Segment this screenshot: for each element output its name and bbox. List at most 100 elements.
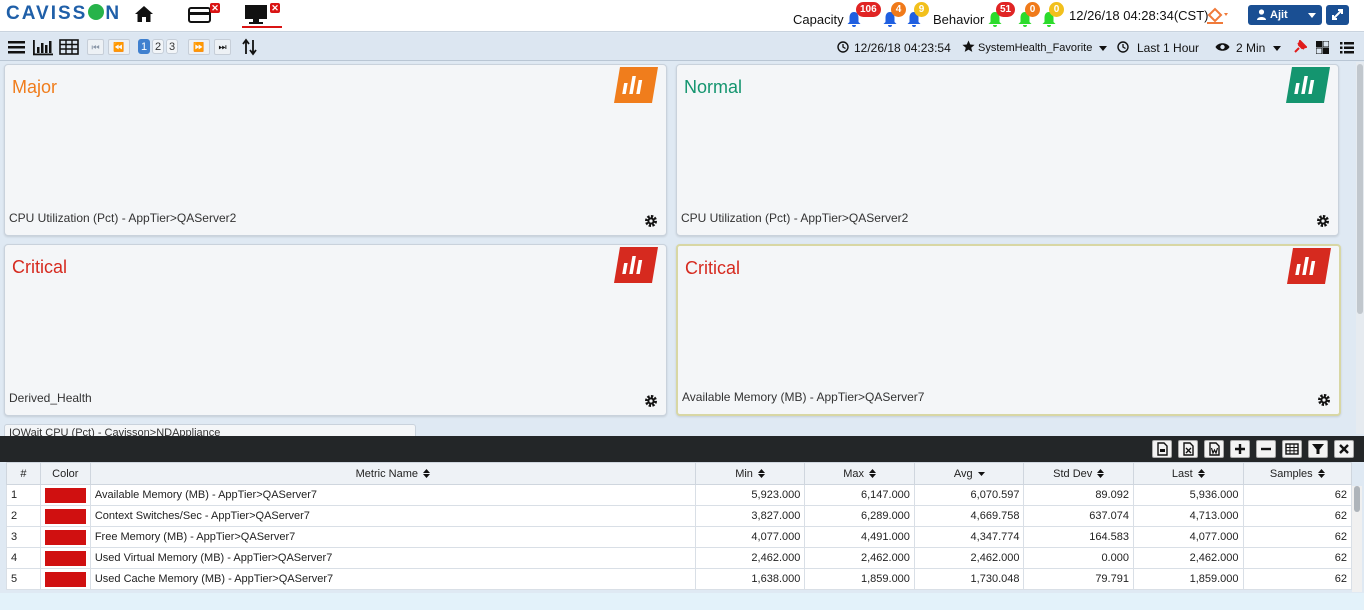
list-icon[interactable] — [1340, 41, 1354, 54]
cavisson-logo[interactable]: CAVISS N — [6, 3, 121, 25]
behavior-minor-badge[interactable]: 0 — [1049, 2, 1064, 17]
widget-panel-1[interactable]: Major CPU Utilization (Pct) - AppTier>QA… — [4, 64, 667, 236]
gear-icon[interactable] — [1317, 393, 1331, 407]
cell-std-dev: 164.583 — [1023, 526, 1134, 548]
column-header-std-dev[interactable]: Std Dev — [1023, 462, 1134, 485]
interval-selector[interactable]: 2 Min — [1236, 41, 1265, 55]
widget-panel-3[interactable]: Critical Derived_Health — [4, 244, 667, 416]
close-table-button[interactable] — [1334, 440, 1354, 458]
table-row[interactable]: 3 Free Memory (MB) - AppTier>QAServer7 4… — [6, 526, 1353, 548]
cell-avg: 1,730.048 — [913, 568, 1025, 590]
chevron-down-icon[interactable] — [1099, 46, 1107, 51]
menu-icon[interactable] — [7, 38, 27, 56]
metrics-table: # Color Metric Name Min Max Avg Std Dev … — [6, 462, 1353, 590]
user-icon — [1257, 9, 1266, 20]
gear-icon[interactable] — [1316, 214, 1330, 228]
export-word-button[interactable] — [1204, 440, 1224, 458]
star-icon[interactable] — [962, 40, 975, 53]
tab-dashboard-card[interactable]: ✕ — [186, 2, 222, 28]
fullscreen-button[interactable] — [1326, 5, 1349, 25]
cell-index: 2 — [6, 505, 41, 527]
page-2-button[interactable]: 2 — [152, 39, 164, 54]
sort-descending-icon — [977, 471, 985, 476]
table-icon[interactable] — [59, 38, 79, 56]
column-header-min[interactable]: Min — [694, 462, 806, 485]
table-row[interactable]: 2 Context Switches/Sec - AppTier>QAServe… — [6, 505, 1353, 527]
column-header-max[interactable]: Max — [804, 462, 915, 485]
health-chart-badge-icon[interactable] — [614, 247, 658, 283]
column-header-metric-name[interactable]: Metric Name — [89, 462, 696, 485]
cell-index: 4 — [6, 547, 41, 569]
cell-color[interactable] — [39, 547, 91, 569]
page-1-button[interactable]: 1 — [138, 39, 150, 54]
cell-color[interactable] — [39, 505, 91, 527]
scrollbar-thumb[interactable] — [1354, 486, 1360, 512]
layout-icon[interactable] — [1316, 41, 1329, 54]
behavior-critical-badge[interactable]: 51 — [996, 2, 1016, 17]
color-swatch[interactable] — [44, 508, 86, 524]
cell-samples: 62 — [1242, 484, 1353, 506]
pin-icon[interactable] — [1293, 40, 1307, 54]
column-header-index[interactable]: # — [6, 462, 41, 485]
scrollbar-thumb[interactable] — [1357, 64, 1363, 314]
export-excel-button[interactable] — [1178, 440, 1198, 458]
gear-icon[interactable] — [644, 394, 658, 408]
table-row[interactable]: 1 Available Memory (MB) - AppTier>QAServ… — [6, 484, 1353, 506]
capacity-critical-badge[interactable]: 106 — [856, 2, 881, 17]
health-chart-badge-icon[interactable] — [1287, 248, 1331, 284]
behavior-major-badge[interactable]: 0 — [1025, 2, 1040, 17]
widget-panel-2[interactable]: Normal CPU Utilization (Pct) - AppTier>Q… — [676, 64, 1339, 236]
previous-page-button[interactable]: ⏪ — [108, 39, 130, 55]
health-chart-badge-icon[interactable] — [614, 67, 658, 103]
paint-bucket-icon[interactable] — [1206, 6, 1230, 24]
color-swatch[interactable] — [44, 487, 86, 503]
logo-text: CAVISS — [6, 3, 88, 24]
gear-icon[interactable] — [644, 214, 658, 228]
dashboard-scrollbar[interactable] — [1356, 62, 1364, 434]
health-chart-badge-icon[interactable] — [1286, 67, 1330, 103]
user-menu-button[interactable]: Ajit — [1248, 5, 1322, 25]
tab-monitor[interactable]: ✕ — [242, 2, 282, 28]
export-pdf-button[interactable] — [1152, 440, 1172, 458]
cell-metric-name: Free Memory (MB) - AppTier>QAServer7 — [89, 526, 696, 548]
column-header-avg[interactable]: Avg — [913, 462, 1025, 485]
chevron-down-icon[interactable] — [1273, 46, 1281, 51]
expand-icon — [1332, 9, 1343, 20]
filter-button[interactable] — [1308, 440, 1328, 458]
capacity-minor-badge[interactable]: 9 — [914, 2, 929, 17]
header-label: Max — [843, 467, 865, 480]
table-scrollbar[interactable] — [1352, 486, 1362, 592]
home-icon[interactable] — [134, 4, 154, 24]
last-page-button[interactable]: ⏭ — [214, 39, 231, 55]
cell-color[interactable] — [39, 526, 91, 548]
color-swatch[interactable] — [44, 529, 86, 545]
table-row[interactable]: 4 Used Virtual Memory (MB) - AppTier>QAS… — [6, 547, 1353, 569]
widget-panel-4[interactable]: Critical Available Memory (MB) - AppTier… — [676, 244, 1341, 416]
column-header-last[interactable]: Last — [1132, 462, 1244, 485]
next-page-button[interactable]: ⏩ — [188, 39, 210, 55]
column-header-samples[interactable]: Samples — [1242, 462, 1353, 485]
bar-chart-icon[interactable] — [32, 38, 54, 56]
remove-row-button[interactable] — [1256, 440, 1276, 458]
close-tab-icon[interactable]: ✕ — [210, 3, 220, 13]
cell-color[interactable] — [39, 484, 91, 506]
header-label: Samples — [1269, 467, 1313, 480]
close-tab-icon[interactable]: ✕ — [270, 3, 280, 13]
favorite-selector[interactable]: SystemHealth_Favorite — [978, 42, 1092, 54]
capacity-major-badge[interactable]: 4 — [891, 2, 906, 17]
cell-color[interactable] — [39, 568, 91, 590]
page-3-button[interactable]: 3 — [166, 39, 178, 54]
color-swatch[interactable] — [44, 550, 86, 566]
cell-metric-name: Context Switches/Sec - AppTier>QAServer7 — [89, 505, 696, 527]
first-page-button[interactable]: ⏮ — [87, 39, 104, 55]
toggle-grid-button[interactable] — [1282, 440, 1302, 458]
cell-max: 2,462.000 — [804, 547, 915, 569]
widget-metric-name: CPU Utilization (Pct) - AppTier>QAServer… — [681, 211, 909, 225]
sort-icon — [869, 468, 877, 478]
duration-selector[interactable]: Last 1 Hour — [1137, 41, 1199, 55]
color-swatch[interactable] — [44, 571, 86, 587]
column-header-color[interactable]: Color — [39, 462, 91, 485]
table-row[interactable]: 5 Used Cache Memory (MB) - AppTier>QASer… — [6, 568, 1353, 590]
add-row-button[interactable] — [1230, 440, 1250, 458]
sort-arrows-icon[interactable] — [241, 38, 261, 56]
